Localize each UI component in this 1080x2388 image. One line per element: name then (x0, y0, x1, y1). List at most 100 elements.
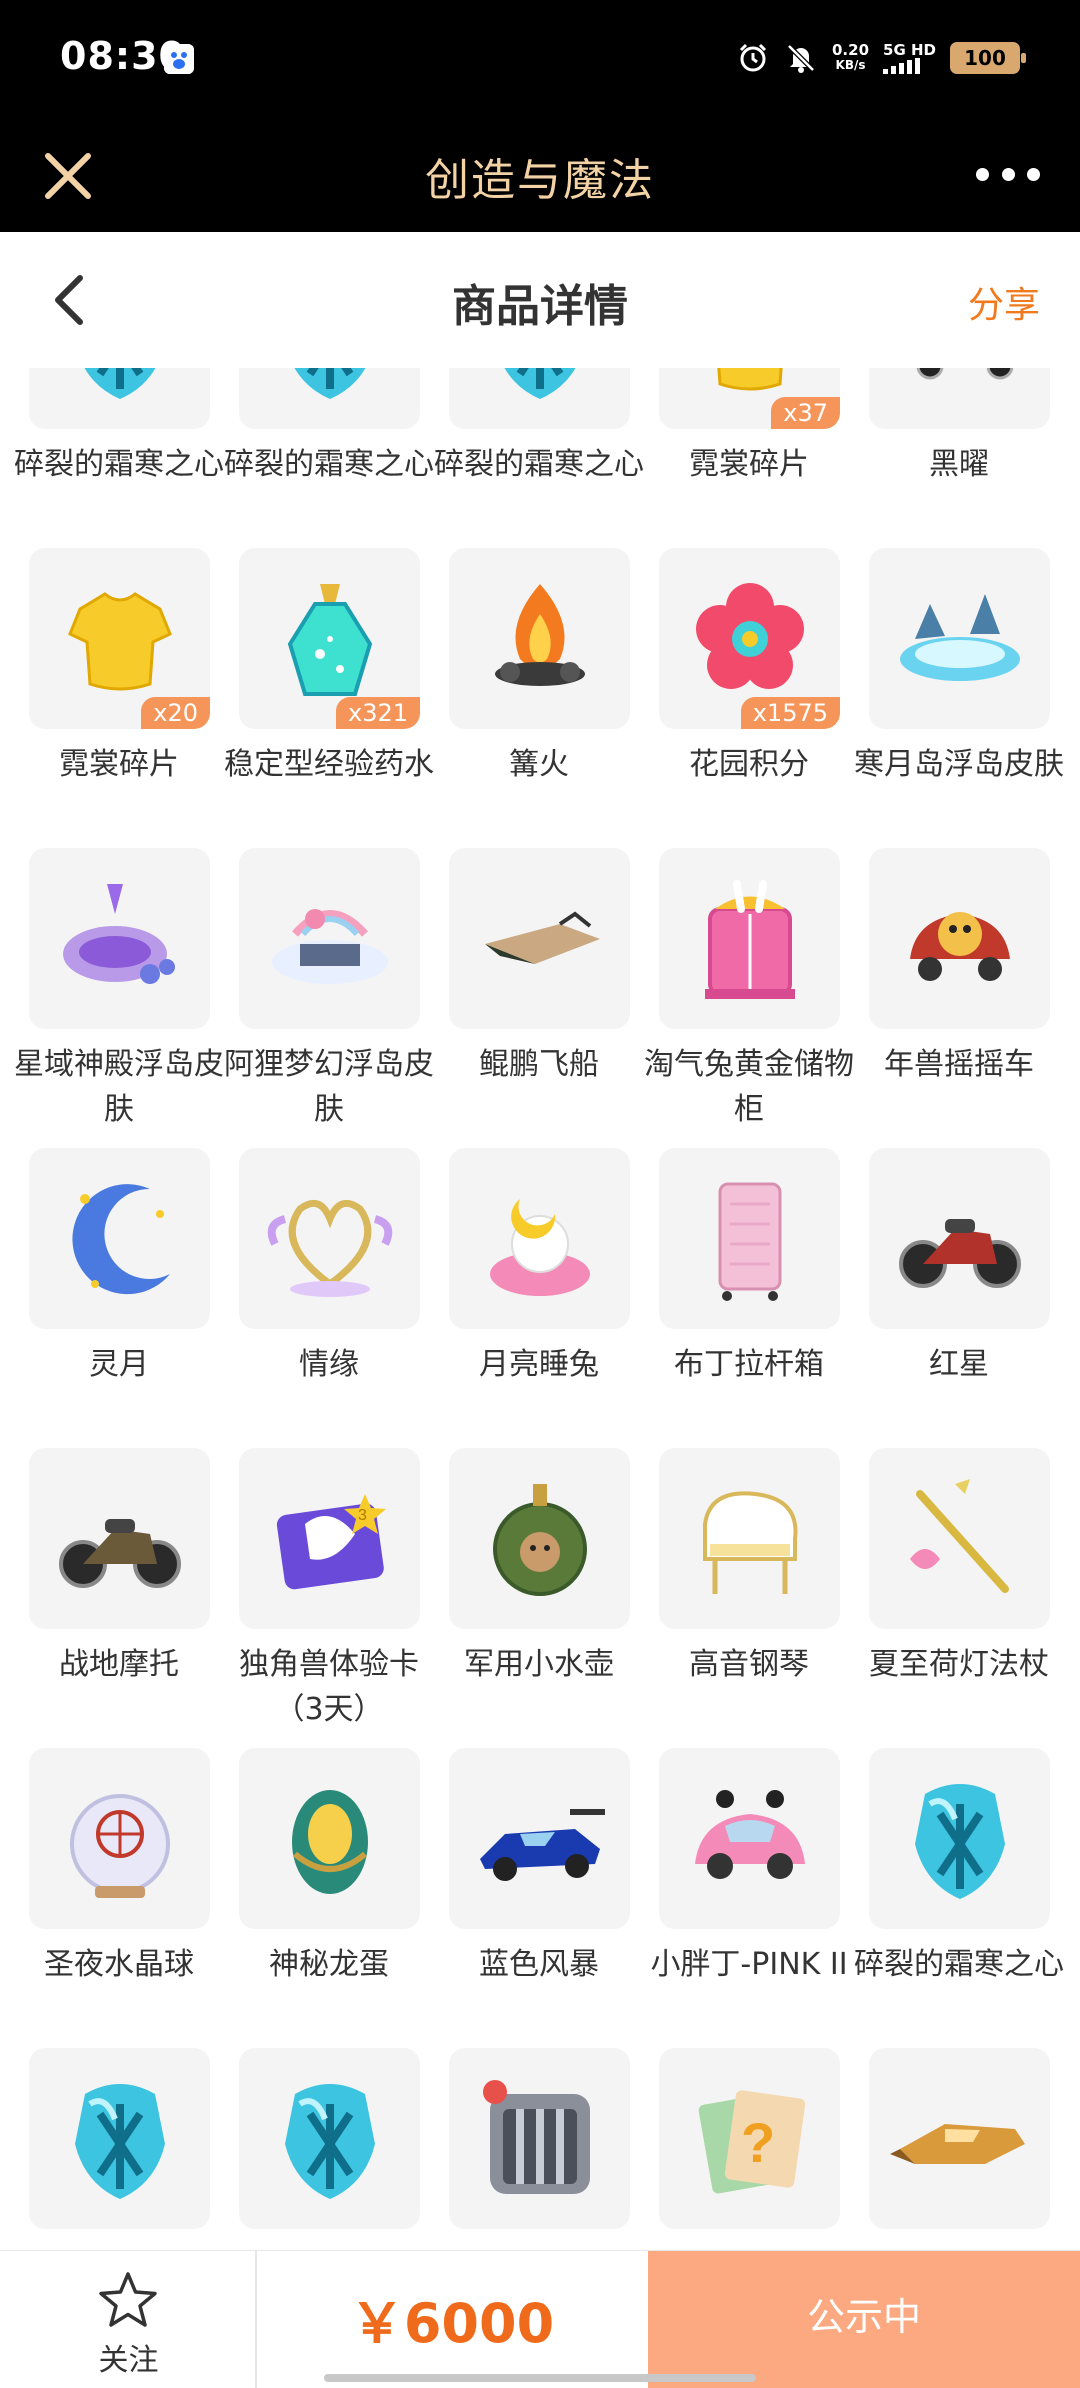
war-motorcycle-icon (29, 1448, 210, 1629)
grid-item[interactable]: 神秘龙蛋 (224, 1748, 434, 2048)
item-label: 灵月 (89, 1347, 149, 1382)
star-icon (96, 2269, 160, 2333)
grid-item[interactable] (434, 2048, 644, 2250)
grid-item[interactable]: 战地摩托 (14, 1448, 224, 1748)
grid-item[interactable]: 红星 (854, 1148, 1064, 1448)
frost-heart-icon (449, 368, 630, 429)
grid-item[interactable]: 月亮睡兔 (434, 1148, 644, 1448)
grid-item[interactable] (224, 2048, 434, 2250)
network-type: 5G HD (883, 40, 936, 59)
campfire-icon (449, 548, 630, 729)
item-label: 碎裂的霜寒之心 (14, 447, 224, 482)
grid-item[interactable]: 星域神殿浮岛皮肤 (14, 848, 224, 1148)
crystal-ball-icon (29, 1748, 210, 1929)
net-speed-unit: KB/s (835, 58, 866, 72)
grid-item[interactable]: x1575 花园积分 (644, 548, 854, 848)
grid-item[interactable] (854, 2048, 1064, 2250)
item-label: 鲲鹏飞船 (479, 1047, 599, 1082)
signal-icon: 5G HD (883, 40, 936, 74)
grid-item[interactable]: 灵月 (14, 1148, 224, 1448)
item-label: 黑曜 (929, 447, 989, 482)
motorcycle-icon (869, 1148, 1050, 1329)
item-label: 夏至荷灯法杖 (869, 1647, 1049, 1682)
grid-item[interactable]: 淘气兔黄金储物柜 (644, 848, 854, 1148)
item-label: 圣夜水晶球 (44, 1947, 194, 1982)
frost-heart-icon (29, 2048, 210, 2229)
home-indicator[interactable] (324, 2374, 756, 2382)
potion-icon: x321 (239, 548, 420, 729)
grid-item[interactable]: 布丁拉杆箱 (644, 1148, 854, 1448)
grid-item[interactable]: 3 独角兽体验卡（3天） (224, 1448, 434, 1748)
item-label: 霓裳碎片 (689, 447, 809, 482)
grid-item[interactable]: 年兽摇摇车 (854, 848, 1064, 1148)
ice-island-icon (869, 548, 1050, 729)
item-label: 军用小水壶 (464, 1647, 614, 1682)
net-speed-value: 0.20 (832, 41, 870, 59)
item-grid-viewport[interactable]: 碎裂的霜寒之心 碎裂的霜寒之心 碎裂的霜寒之心 x37 霓裳碎片 黑曜 x20 霓裳碎片 x32… (0, 368, 1080, 2250)
more-icon[interactable] (976, 162, 1040, 186)
quantity-badge: x20 (141, 697, 210, 729)
item-label: 碎裂的霜寒之心 (434, 447, 644, 482)
grid-item[interactable]: ? (644, 2048, 854, 2250)
airship-icon (449, 848, 630, 1029)
grid-item[interactable] (14, 2048, 224, 2250)
grid-item[interactable]: 蓝色风暴 (434, 1748, 644, 2048)
grid-item[interactable]: 碎裂的霜寒之心 (854, 1748, 1064, 2048)
grid-item[interactable]: 寒月岛浮岛皮肤 (854, 548, 1064, 848)
item-label: 蓝色风暴 (479, 1947, 599, 1982)
item-label: 高音钢琴 (689, 1647, 809, 1682)
grid-item[interactable]: 碎裂的霜寒之心 (14, 368, 224, 548)
follow-label: 关注 (98, 2343, 159, 2378)
share-button[interactable]: 分享 (968, 276, 1040, 328)
item-label: 星域神殿浮岛皮肤 (14, 1047, 224, 1127)
grid-item[interactable]: 碎裂的霜寒之心 (434, 368, 644, 548)
grid-item[interactable]: 夏至荷灯法杖 (854, 1448, 1064, 1748)
pink-suitcase-icon (659, 1148, 840, 1329)
grid-item[interactable]: 军用小水壶 (434, 1448, 644, 1748)
grid-item[interactable]: 鲲鹏飞船 (434, 848, 644, 1148)
grid-item[interactable]: x37 霓裳碎片 (644, 368, 854, 548)
grid-item[interactable]: 圣夜水晶球 (14, 1748, 224, 2048)
status-indicators: 0.20 KB/s 5G HD 100 (736, 38, 1026, 78)
gold-jet-icon (869, 2048, 1050, 2229)
grid-item[interactable]: x20 霓裳碎片 (14, 548, 224, 848)
pet-crate-icon (449, 2048, 630, 2229)
battery-level: 100 (964, 46, 1006, 70)
grid-item[interactable]: 碎裂的霜寒之心 (224, 368, 434, 548)
pink-beetle-icon (659, 1748, 840, 1929)
grid-item[interactable]: 篝火 (434, 548, 644, 848)
item-label: 情缘 (299, 1347, 359, 1382)
status-bar: 08:30 0.20 KB/s 5G HD 100 (0, 0, 1080, 118)
item-label: 阿狸梦幻浮岛皮肤 (224, 1047, 434, 1127)
grid-item[interactable]: 情缘 (224, 1148, 434, 1448)
yellow-shirt-icon: x20 (29, 548, 210, 729)
bottom-bar: 关注 ￥6000 公示中 (0, 2250, 1080, 2388)
svg-text:3: 3 (358, 1507, 367, 1524)
item-label: 霓裳碎片 (59, 747, 179, 782)
piano-icon (659, 1448, 840, 1629)
frost-heart-icon (869, 1748, 1050, 1929)
dragon-egg-icon (239, 1748, 420, 1929)
grid-item[interactable]: 高音钢琴 (644, 1448, 854, 1748)
frost-heart-icon (239, 2048, 420, 2229)
quantity-badge: x1575 (740, 697, 840, 729)
grid-item[interactable]: 阿狸梦幻浮岛皮肤 (224, 848, 434, 1148)
page-title: 商品详情 (452, 281, 628, 332)
grid-item[interactable]: x321 稳定型经验药水 (224, 548, 434, 848)
grid-item[interactable]: 黑曜 (854, 368, 1064, 548)
dream-island-icon (239, 848, 420, 1029)
item-grid: 碎裂的霜寒之心 碎裂的霜寒之心 碎裂的霜寒之心 x37 霓裳碎片 黑曜 x20 霓裳碎片 x32… (0, 368, 1080, 2250)
follow-button[interactable]: 关注 (0, 2251, 257, 2388)
price: ￥6000 (349, 2292, 555, 2355)
item-label: 布丁拉杆箱 (674, 1347, 824, 1382)
frost-heart-icon (29, 368, 210, 429)
battery-icon: 100 (950, 42, 1026, 74)
yellow-shirt-icon: x37 (659, 368, 840, 429)
net-speed: 0.20 KB/s (832, 43, 869, 73)
moon-rabbit-icon (449, 1148, 630, 1329)
grid-item[interactable]: 小胖丁-PINK II (644, 1748, 854, 2048)
canteen-icon (449, 1448, 630, 1629)
publicity-status-button[interactable]: 公示中 (648, 2251, 1080, 2388)
quantity-badge: x37 (771, 397, 840, 429)
item-label: 年兽摇摇车 (884, 1047, 1034, 1082)
